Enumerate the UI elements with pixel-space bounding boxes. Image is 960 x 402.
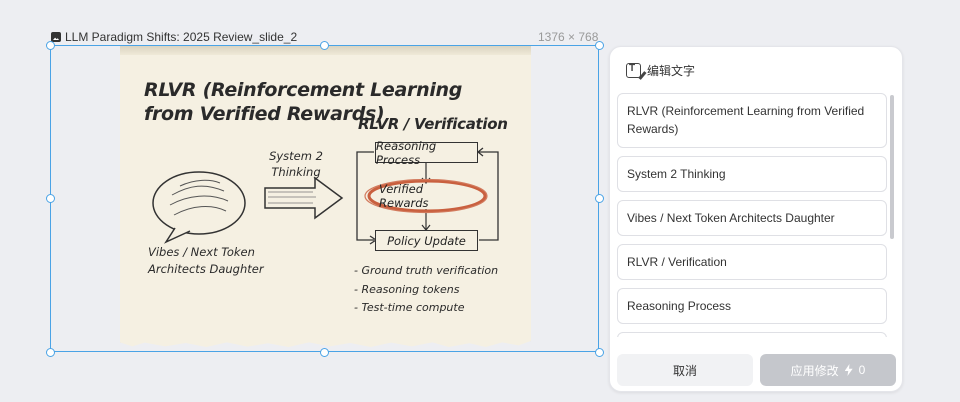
resize-handle-right[interactable]	[595, 194, 604, 203]
resize-handle-left[interactable]	[46, 194, 55, 203]
text-item[interactable]: Reasoning Process	[617, 288, 887, 324]
apply-count: 0	[858, 363, 866, 377]
apply-changes-button[interactable]: 应用修改 0	[760, 354, 896, 386]
canvas-size: 1376 × 768	[538, 30, 599, 44]
text-item[interactable]: RLVR / Verification	[617, 244, 887, 280]
text-item-list[interactable]: RLVR (Reinforcement Learning from Verifi…	[617, 93, 887, 345]
resize-handle-top-right[interactable]	[595, 41, 604, 50]
cancel-button[interactable]: 取消	[617, 354, 753, 386]
canvas-title-text: LLM Paradigm Shifts: 2025 Review_slide_2	[65, 30, 298, 44]
edit-text-panel: 编辑文字 RLVR (Reinforcement Learning from V…	[609, 46, 903, 392]
text-item[interactable]: System 2 Thinking	[617, 156, 887, 192]
list-scrollbar[interactable]	[890, 95, 894, 239]
edit-text-icon	[626, 63, 641, 78]
text-item[interactable]: RLVR (Reinforcement Learning from Verifi…	[617, 93, 887, 148]
resize-handle-top[interactable]	[320, 41, 329, 50]
canvas-title: LLM Paradigm Shifts: 2025 Review_slide_2	[51, 30, 297, 44]
panel-title: 编辑文字	[647, 64, 696, 78]
resize-handle-bottom-left[interactable]	[46, 348, 55, 357]
selection-frame	[50, 45, 599, 352]
text-item[interactable]: Vibes / Next Token Architects Daughter	[617, 200, 887, 236]
panel-header: 编辑文字	[626, 62, 695, 79]
apply-label: 应用修改	[790, 363, 839, 378]
bolt-icon	[844, 364, 853, 376]
resize-handle-bottom-right[interactable]	[595, 348, 604, 357]
resize-handle-bottom[interactable]	[320, 348, 329, 357]
list-bottom-mask	[610, 337, 900, 351]
resize-handle-top-left[interactable]	[46, 41, 55, 50]
